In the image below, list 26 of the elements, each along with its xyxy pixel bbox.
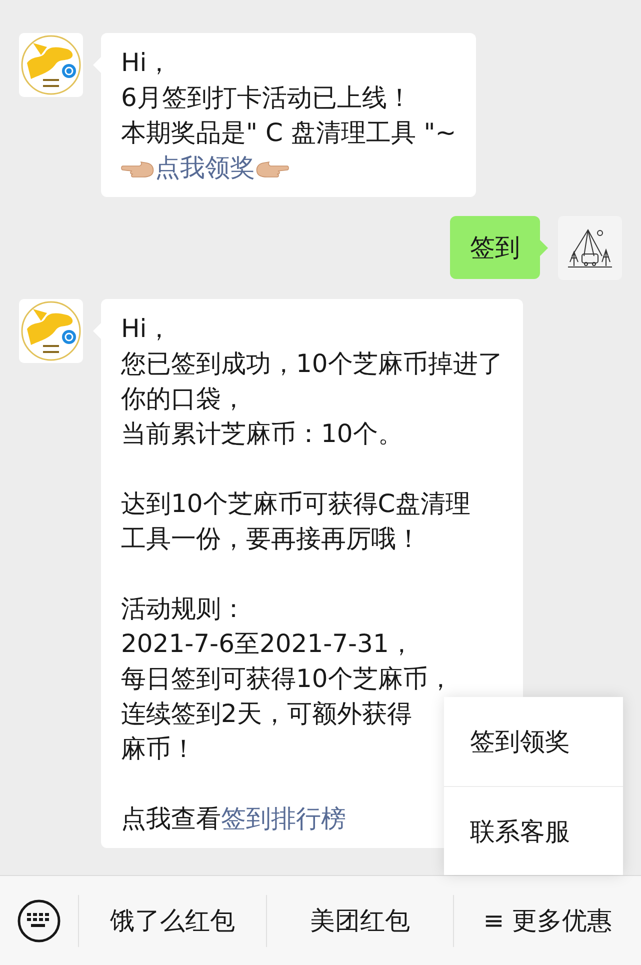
- menu-tab[interactable]: 美团红包: [266, 876, 454, 965]
- message-text: Hi，: [121, 47, 172, 79]
- message-text: 当前累计芝麻币：10个。: [121, 418, 403, 450]
- leaderboard-link[interactable]: 签到排行榜: [221, 804, 346, 833]
- message-text: 连续签到2天，可额外获得: [121, 698, 412, 730]
- message-text: 麻币！: [121, 733, 196, 765]
- message-text: 本期奖品是" C 盘清理工具 "~: [121, 117, 456, 149]
- message-text: 签到: [470, 232, 520, 264]
- message-text: Hi，: [121, 313, 172, 345]
- message-text: 每日签到可获得10个芝麻币，: [121, 663, 453, 695]
- message-text: 6月签到打卡活动已上线！: [121, 82, 412, 114]
- message-text: 您已签到成功，10个芝麻币掉进了: [121, 348, 503, 380]
- message-text: 点我查看签到排行榜: [121, 803, 346, 835]
- dog-logo-avatar-drawing: [19, 299, 83, 363]
- claim-prize-link[interactable]: 点我领奖: [155, 153, 255, 182]
- message-text: 达到10个芝麻币可获得C盘清理: [121, 488, 470, 520]
- message-text: 你的口袋，: [121, 383, 246, 415]
- keyboard-icon[interactable]: [17, 898, 61, 942]
- dog-logo-avatar-drawing: [19, 33, 83, 97]
- menu-tab[interactable]: 饿了么红包: [79, 876, 266, 965]
- menu-item[interactable]: 签到领奖: [444, 697, 623, 786]
- mountain-van-sketch-avatar-drawing: [558, 216, 622, 280]
- message-text: 活动规则：: [121, 593, 246, 625]
- message-text: 工具一份，要再接再厉哦！: [121, 523, 421, 555]
- message-text: 2021-7-6至2021-7-31，: [121, 628, 414, 660]
- menu-tab[interactable]: ≡ 更多优惠: [454, 876, 641, 965]
